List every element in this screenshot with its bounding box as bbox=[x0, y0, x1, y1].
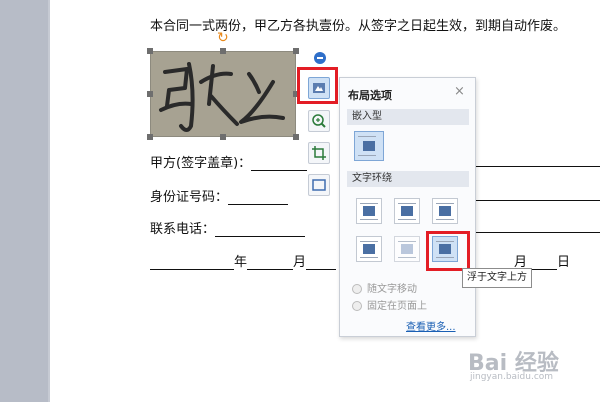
month-label: 月 bbox=[293, 255, 307, 270]
wrap-option-behind-text[interactable] bbox=[394, 236, 420, 262]
resize-handle-tl[interactable] bbox=[147, 48, 153, 54]
signature-image-container[interactable]: ↻ bbox=[147, 31, 299, 140]
wrap-option-inline[interactable] bbox=[354, 131, 384, 161]
highlight-box-layout-button bbox=[297, 67, 338, 104]
resize-handle-bl[interactable] bbox=[147, 134, 153, 140]
phone-underline bbox=[215, 224, 306, 237]
resize-handle-tr[interactable] bbox=[293, 48, 299, 54]
id-underline-right bbox=[475, 186, 600, 201]
radio-fix-on-page[interactable]: 固定在页面上 bbox=[352, 297, 427, 312]
id-label: 身份证号码： bbox=[150, 190, 229, 205]
date-line: 年月 bbox=[150, 251, 337, 270]
close-icon[interactable]: × bbox=[454, 84, 465, 99]
radio-icon bbox=[352, 301, 362, 311]
left-gutter bbox=[0, 0, 48, 402]
radio-move-with-text[interactable]: 随文字移动 bbox=[352, 280, 417, 295]
zoom-button[interactable] bbox=[308, 110, 330, 132]
id-underline bbox=[228, 192, 289, 205]
wrap-option-through[interactable] bbox=[432, 198, 458, 224]
layout-options-popup: 布局选项 × 嵌入型 文字环绕 随文字移动 固定在页面上 查看更多... bbox=[339, 77, 476, 337]
contract-line-1: 本合同一式两份，甲乙方各执壹份。从签字之日起生效，到期自动作废。 bbox=[150, 19, 567, 34]
resize-handle-b[interactable] bbox=[220, 134, 226, 140]
party-a-underline-right bbox=[475, 152, 600, 167]
rotate-handle-icon[interactable]: ↻ bbox=[217, 31, 229, 45]
zoom-icon bbox=[312, 114, 326, 128]
crop-icon bbox=[312, 146, 326, 160]
popup-title: 布局选项 bbox=[348, 89, 392, 102]
resize-handle-l[interactable] bbox=[147, 91, 153, 97]
crop-button[interactable] bbox=[308, 142, 330, 164]
party-a-label: 甲方(签字盖章)： bbox=[150, 156, 252, 171]
wrap-option-square[interactable] bbox=[356, 198, 382, 224]
resize-handle-br[interactable] bbox=[293, 134, 299, 140]
id-line: 身份证号码： bbox=[150, 186, 289, 205]
frame-button[interactable] bbox=[308, 174, 330, 196]
wrap-option-tight[interactable] bbox=[394, 198, 420, 224]
day-label: 日 bbox=[557, 255, 571, 270]
phone-label: 联系电话： bbox=[150, 222, 216, 237]
frame-icon bbox=[312, 179, 326, 191]
year-label: 年 bbox=[234, 255, 248, 270]
phone-line: 联系电话： bbox=[150, 218, 306, 237]
highlight-box-in-front-option bbox=[426, 231, 470, 271]
collapse-toolbar-icon[interactable] bbox=[314, 52, 326, 64]
section-inline: 嵌入型 bbox=[347, 109, 469, 125]
radio-icon bbox=[352, 284, 362, 294]
handwritten-signature bbox=[159, 62, 285, 132]
option-tooltip: 浮于文字上方 bbox=[462, 268, 532, 288]
party-a-line: 甲方(签字盖章)： bbox=[150, 152, 308, 171]
see-more-link[interactable]: 查看更多... bbox=[406, 318, 456, 333]
wrap-option-top-bottom[interactable] bbox=[356, 236, 382, 262]
resize-handle-t[interactable] bbox=[220, 48, 226, 54]
signature-image[interactable] bbox=[150, 51, 296, 137]
party-a-underline bbox=[251, 158, 308, 171]
section-wrap: 文字环绕 bbox=[347, 171, 469, 187]
phone-underline-right bbox=[475, 218, 600, 233]
watermark-url: jingyan.baidu.com bbox=[470, 372, 554, 382]
